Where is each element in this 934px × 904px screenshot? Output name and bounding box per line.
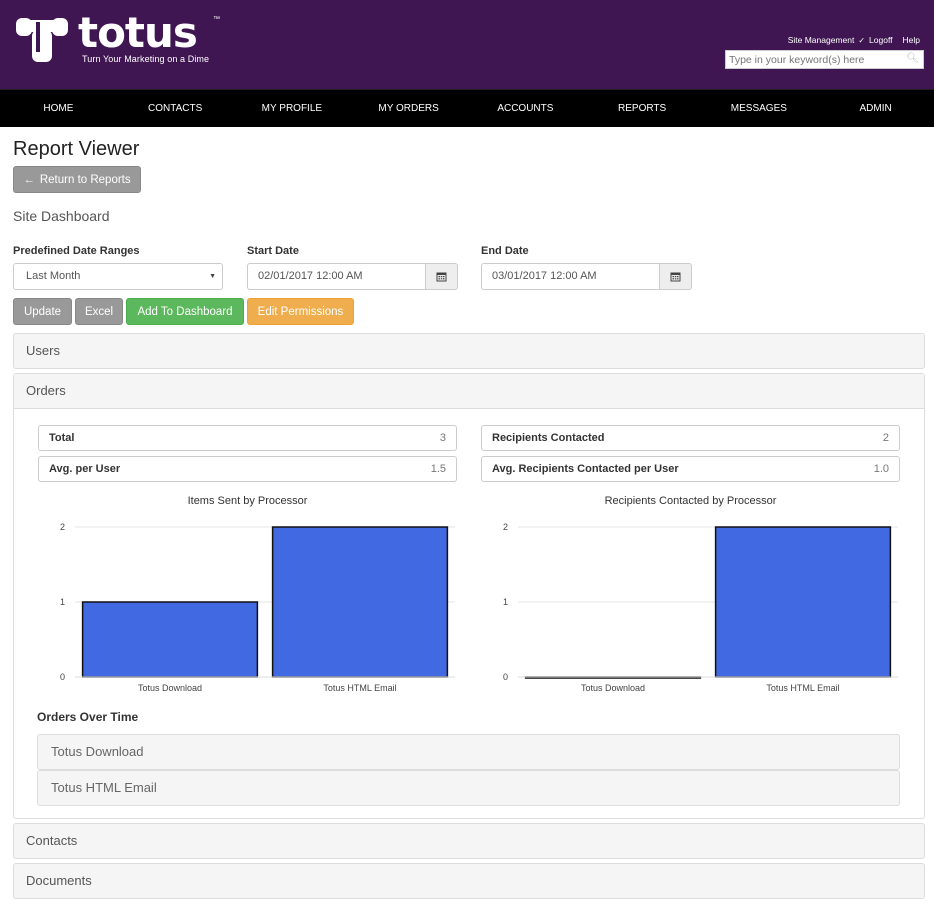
nav-messages[interactable]: MESSAGES bbox=[701, 90, 818, 127]
add-to-dashboard-button[interactable]: Add To Dashboard bbox=[126, 298, 244, 325]
stat-total: Total 3 bbox=[38, 425, 457, 451]
nav-my-profile[interactable]: MY PROFILE bbox=[234, 90, 351, 127]
end-date-input[interactable]: 03/01/2017 12:00 AM bbox=[481, 263, 659, 290]
stat-value: 1.0 bbox=[873, 463, 889, 475]
users-panel-header[interactable]: Users bbox=[13, 333, 925, 369]
action-buttons: Update Excel Add To Dashboard Edit Permi… bbox=[13, 298, 354, 325]
stat-label: Total bbox=[49, 432, 75, 444]
page-title: Report Viewer bbox=[13, 138, 140, 160]
x-tick-label: Totus Download bbox=[581, 683, 645, 693]
site-header: totus ™ Turn Your Marketing on a Dime Si… bbox=[0, 0, 934, 89]
recipients-contacted-chart: 0 1 2 Totus Download Totus HTML Email bbox=[503, 522, 898, 693]
y-tick-label: 1 bbox=[503, 597, 508, 607]
orders-over-time-title: Orders Over Time bbox=[37, 710, 139, 724]
stat-value: 3 bbox=[439, 432, 446, 444]
stat-recipients-contacted: Recipients Contacted 2 bbox=[481, 425, 900, 451]
logo-wordmark: totus bbox=[78, 8, 198, 57]
main-nav: HOME CONTACTS MY PROFILE MY ORDERS ACCOU… bbox=[0, 89, 934, 127]
stat-label: Recipients Contacted bbox=[492, 432, 605, 444]
totus-logo[interactable]: totus ™ Turn Your Marketing on a Dime bbox=[14, 8, 234, 70]
logoff-link[interactable]: Logoff bbox=[869, 35, 892, 45]
predefined-range-value: Last Month bbox=[26, 270, 81, 282]
y-tick-label: 2 bbox=[60, 522, 65, 532]
start-date-group: 02/01/2017 12:00 AM bbox=[247, 263, 458, 290]
bar bbox=[714, 526, 892, 678]
nav-contacts[interactable]: CONTACTS bbox=[117, 90, 234, 127]
predefined-range-select[interactable]: Last Month ▼ bbox=[13, 263, 223, 290]
end-date-group: 03/01/2017 12:00 AM bbox=[481, 263, 692, 290]
calendar-icon bbox=[436, 272, 447, 282]
bar bbox=[81, 601, 259, 678]
nav-admin[interactable]: ADMIN bbox=[817, 90, 934, 127]
x-tick-label: Totus HTML Email bbox=[323, 683, 396, 693]
nav-reports[interactable]: REPORTS bbox=[584, 90, 701, 127]
nav-my-orders[interactable]: MY ORDERS bbox=[350, 90, 467, 127]
y-tick-label: 0 bbox=[60, 672, 65, 682]
stat-avg-recipients-per-user: Avg. Recipients Contacted per User 1.0 bbox=[481, 456, 900, 482]
predefined-range-label: Predefined Date Ranges bbox=[13, 245, 140, 257]
return-button-label: Return to Reports bbox=[39, 173, 131, 186]
items-sent-chart: 0 1 2 Totus Download Totus HTML Email bbox=[60, 522, 455, 693]
end-date-calendar-button[interactable] bbox=[659, 263, 692, 290]
separator-check-icon: ✓ bbox=[858, 35, 866, 45]
end-date-label: End Date bbox=[481, 245, 529, 257]
edit-permissions-button[interactable]: Edit Permissions bbox=[247, 298, 354, 325]
logo-mark-icon bbox=[16, 18, 68, 62]
search-box: 🔍︎ bbox=[725, 50, 924, 69]
oot-totus-download-panel[interactable]: Totus Download bbox=[37, 734, 900, 770]
stat-label: Avg. Recipients Contacted per User bbox=[492, 463, 679, 475]
start-date-calendar-button[interactable] bbox=[425, 263, 458, 290]
utility-links: Site Management ✓ Logoff Help bbox=[788, 35, 920, 45]
y-tick-label: 2 bbox=[503, 522, 508, 532]
start-date-label: Start Date bbox=[247, 245, 299, 257]
stat-value: 2 bbox=[882, 432, 889, 444]
caret-down-icon: ▼ bbox=[209, 273, 216, 280]
bar bbox=[271, 526, 449, 678]
search-input[interactable] bbox=[726, 51, 906, 68]
x-tick-label: Totus Download bbox=[138, 683, 202, 693]
x-tick-label: Totus HTML Email bbox=[766, 683, 839, 693]
help-link[interactable]: Help bbox=[903, 35, 920, 45]
y-tick-label: 1 bbox=[60, 597, 65, 607]
arrow-left-icon: ← bbox=[23, 173, 35, 186]
contacts-panel-header[interactable]: Contacts bbox=[13, 823, 925, 859]
nav-home[interactable]: HOME bbox=[0, 90, 117, 127]
excel-button[interactable]: Excel bbox=[75, 298, 123, 325]
chart-title: Items Sent by Processor bbox=[187, 495, 308, 507]
return-to-reports-button[interactable]: ← Return to Reports bbox=[13, 166, 141, 193]
site-management-link[interactable]: Site Management bbox=[788, 35, 855, 45]
logo-trademark: ™ bbox=[213, 16, 220, 23]
stat-avg-per-user: Avg. per User 1.5 bbox=[38, 456, 457, 482]
orders-panel-header[interactable]: Orders bbox=[14, 374, 924, 409]
documents-panel-header[interactable]: Documents bbox=[13, 863, 925, 899]
chart-title: Recipients Contacted by Processor bbox=[604, 495, 777, 507]
logo-tagline: Turn Your Marketing on a Dime bbox=[82, 54, 210, 64]
oot-totus-html-email-panel[interactable]: Totus HTML Email bbox=[37, 770, 900, 806]
update-button[interactable]: Update bbox=[13, 298, 72, 325]
stat-label: Avg. per User bbox=[49, 463, 121, 475]
stat-value: 1.5 bbox=[430, 463, 446, 475]
y-tick-label: 0 bbox=[503, 672, 508, 682]
search-icon[interactable]: 🔍︎ bbox=[906, 53, 919, 64]
nav-accounts[interactable]: ACCOUNTS bbox=[467, 90, 584, 127]
start-date-input[interactable]: 02/01/2017 12:00 AM bbox=[247, 263, 425, 290]
report-subtitle: Site Dashboard bbox=[13, 208, 110, 224]
calendar-icon bbox=[670, 272, 681, 282]
